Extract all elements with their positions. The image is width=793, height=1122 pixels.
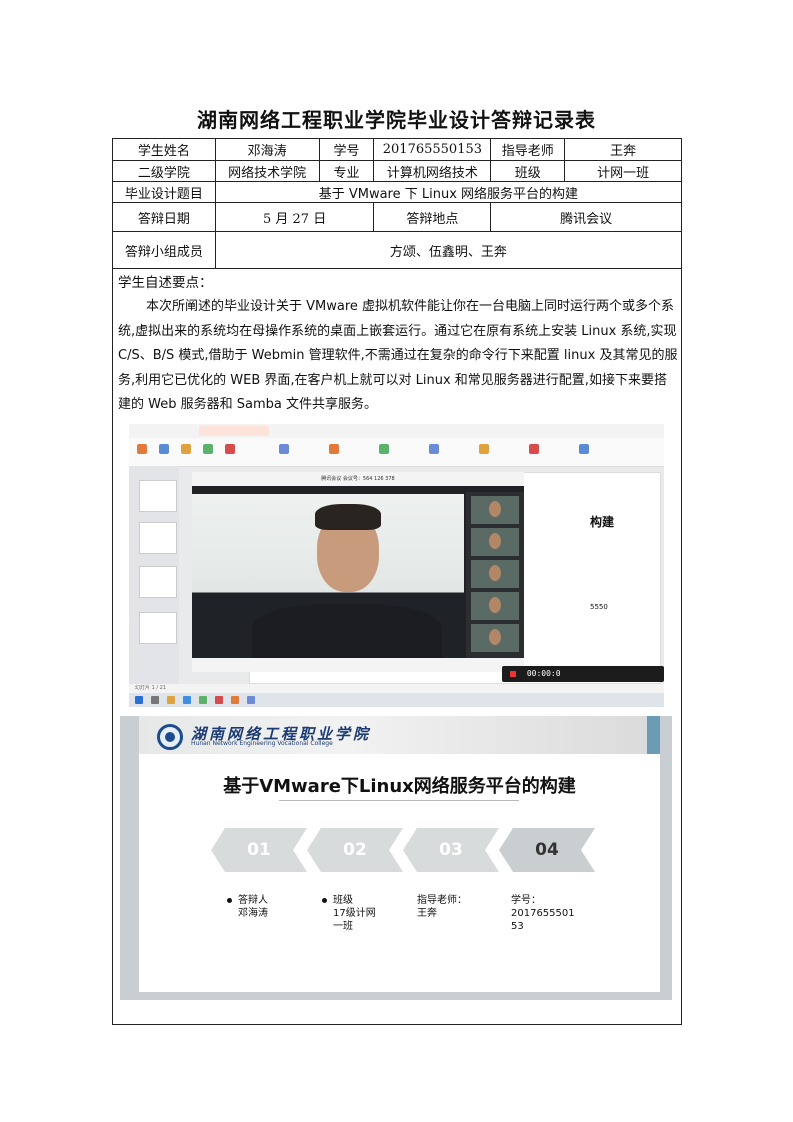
detail-advisor: 指导老师： 王奔	[417, 894, 467, 920]
topic-value: 基于 VMware 下 Linux 网络服务平台的构建	[214, 181, 683, 203]
bullet-icon	[322, 897, 327, 903]
student-id-value: 201765550153	[373, 138, 492, 161]
ribbon-toolbar	[129, 438, 664, 467]
step-label-2: 02	[343, 840, 367, 860]
status-text: 幻灯片 1 / 21	[135, 685, 166, 691]
record-icon	[510, 670, 516, 677]
slide-thumbnails	[129, 466, 179, 684]
advisor-value: 王奔	[417, 908, 437, 919]
topic-label: 毕业设计题目	[112, 181, 216, 203]
speaker-body	[252, 604, 442, 664]
participant-video	[471, 592, 519, 620]
members-value: 方颂、伍鑫明、王奔	[214, 231, 683, 269]
college-logo	[157, 724, 183, 750]
thumbnail	[139, 612, 177, 644]
recording-bar: 00:00:0	[502, 666, 664, 682]
student-name-value: 邓海涛	[214, 138, 320, 161]
window-border-right	[660, 716, 672, 1000]
meeting-header: 腾讯会议 会议号：564 126 378	[192, 472, 524, 486]
advisor-label: 指导老师：	[417, 895, 467, 906]
taskbar	[129, 693, 664, 707]
student-id-label: 学号	[318, 138, 375, 161]
meeting-controls	[192, 658, 524, 672]
advisor-value: 王奔	[564, 138, 682, 161]
class-value: 17级计网一班	[333, 908, 376, 932]
date-value: 5 月 27 日	[214, 202, 375, 232]
slide-cover: 湖南网络工程职业学院 Hunan Network Engineering Voc…	[139, 716, 660, 992]
participant-video	[471, 624, 519, 652]
speaker-hair	[315, 504, 381, 530]
participant-video	[471, 528, 519, 556]
window-border-left	[120, 716, 139, 1000]
slide-heading: 构建	[590, 515, 615, 529]
meeting-screenshot: 构建 5550 腾讯会议 会议号：564 126 378 00:00:0 幻灯片…	[129, 424, 664, 707]
meeting-window: 腾讯会议 会议号：564 126 378	[192, 472, 524, 672]
participant-video	[471, 560, 519, 588]
major-label: 专业	[318, 160, 375, 182]
college-name-en: Hunan Network Engineering Vocational Col…	[191, 740, 333, 747]
place-label: 答辩地点	[373, 202, 492, 232]
step-label-3: 03	[439, 840, 463, 860]
defender-label: 答辩人	[238, 895, 268, 906]
statement-body: 本次所阐述的毕业设计关于 VMware 虚拟机软件能让你在一台电脑上同时运行两个…	[118, 299, 678, 412]
participant-list	[466, 492, 524, 660]
date-label: 答辩日期	[112, 202, 216, 232]
class-value: 计网一班	[564, 160, 682, 182]
title-underline	[279, 800, 519, 801]
statement-heading: 学生自述要点：	[118, 275, 213, 291]
app-titlebar	[129, 424, 664, 439]
student-statement: 学生自述要点： 本次所阐述的毕业设计关于 VMware 虚拟机软件能让你在一台电…	[118, 271, 678, 418]
members-label: 答辩小组成员	[112, 231, 216, 269]
slide-header-band: 湖南网络工程职业学院 Hunan Network Engineering Voc…	[139, 716, 660, 754]
detail-student-id: 学号： 201765550153	[511, 894, 577, 933]
major-value: 计算机网络技术	[373, 160, 492, 182]
thumbnail	[139, 566, 177, 598]
step-label-4: 04	[535, 840, 559, 860]
advisor-label: 指导老师	[490, 138, 566, 161]
defender-value: 邓海涛	[238, 908, 268, 919]
bullet-icon	[227, 897, 232, 903]
thumbnail	[139, 522, 177, 554]
detail-defender: 答辩人 邓海涛	[227, 894, 268, 920]
class-label: 班级	[490, 160, 566, 182]
document-title: 湖南网络工程职业学院毕业设计答辩记录表	[197, 108, 596, 132]
place-value: 腾讯会议	[490, 202, 682, 232]
slide-title: 基于VMware下Linux网络服务平台的构建	[223, 776, 576, 797]
id-value: 201765550153	[511, 908, 575, 932]
info-table: 学生姓名 邓海涛 学号 201765550153 指导老师 王奔 二级学院 网络…	[112, 138, 683, 269]
step-label-1: 01	[247, 840, 271, 860]
detail-class: 班级 17级计网一班	[322, 894, 380, 933]
status-bar: 幻灯片 1 / 21	[129, 684, 664, 693]
id-label: 学号：	[511, 895, 541, 906]
college-value: 网络技术学院	[214, 160, 320, 182]
thumbnail	[139, 480, 177, 512]
document-tab	[199, 426, 269, 436]
class-label: 班级	[333, 895, 353, 906]
camera-view	[192, 494, 464, 664]
window-border-bottom	[120, 992, 672, 1000]
slide-number-fragment: 5550	[590, 603, 608, 611]
slide-screenshot: 湖南网络工程职业学院 Hunan Network Engineering Voc…	[120, 716, 672, 1000]
student-name-label: 学生姓名	[112, 138, 216, 161]
college-label: 二级学院	[112, 160, 216, 182]
accent-stripe	[647, 716, 660, 754]
participant-video	[471, 496, 519, 524]
recording-time: 00:00:0	[526, 669, 561, 678]
